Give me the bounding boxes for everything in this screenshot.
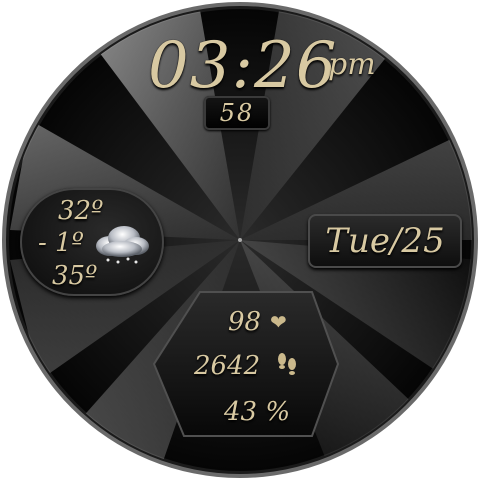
footsteps-icon xyxy=(278,353,296,375)
battery-value: 43 % xyxy=(224,397,291,427)
heart-icon: ❤ xyxy=(270,310,287,334)
heart-rate-value: 98 xyxy=(228,307,262,337)
watch-face: 03:26 pm 58 32º - 1º 35º Tue/25 98 ❤ 264… xyxy=(0,0,480,480)
steps-value: 2642 xyxy=(194,351,261,381)
